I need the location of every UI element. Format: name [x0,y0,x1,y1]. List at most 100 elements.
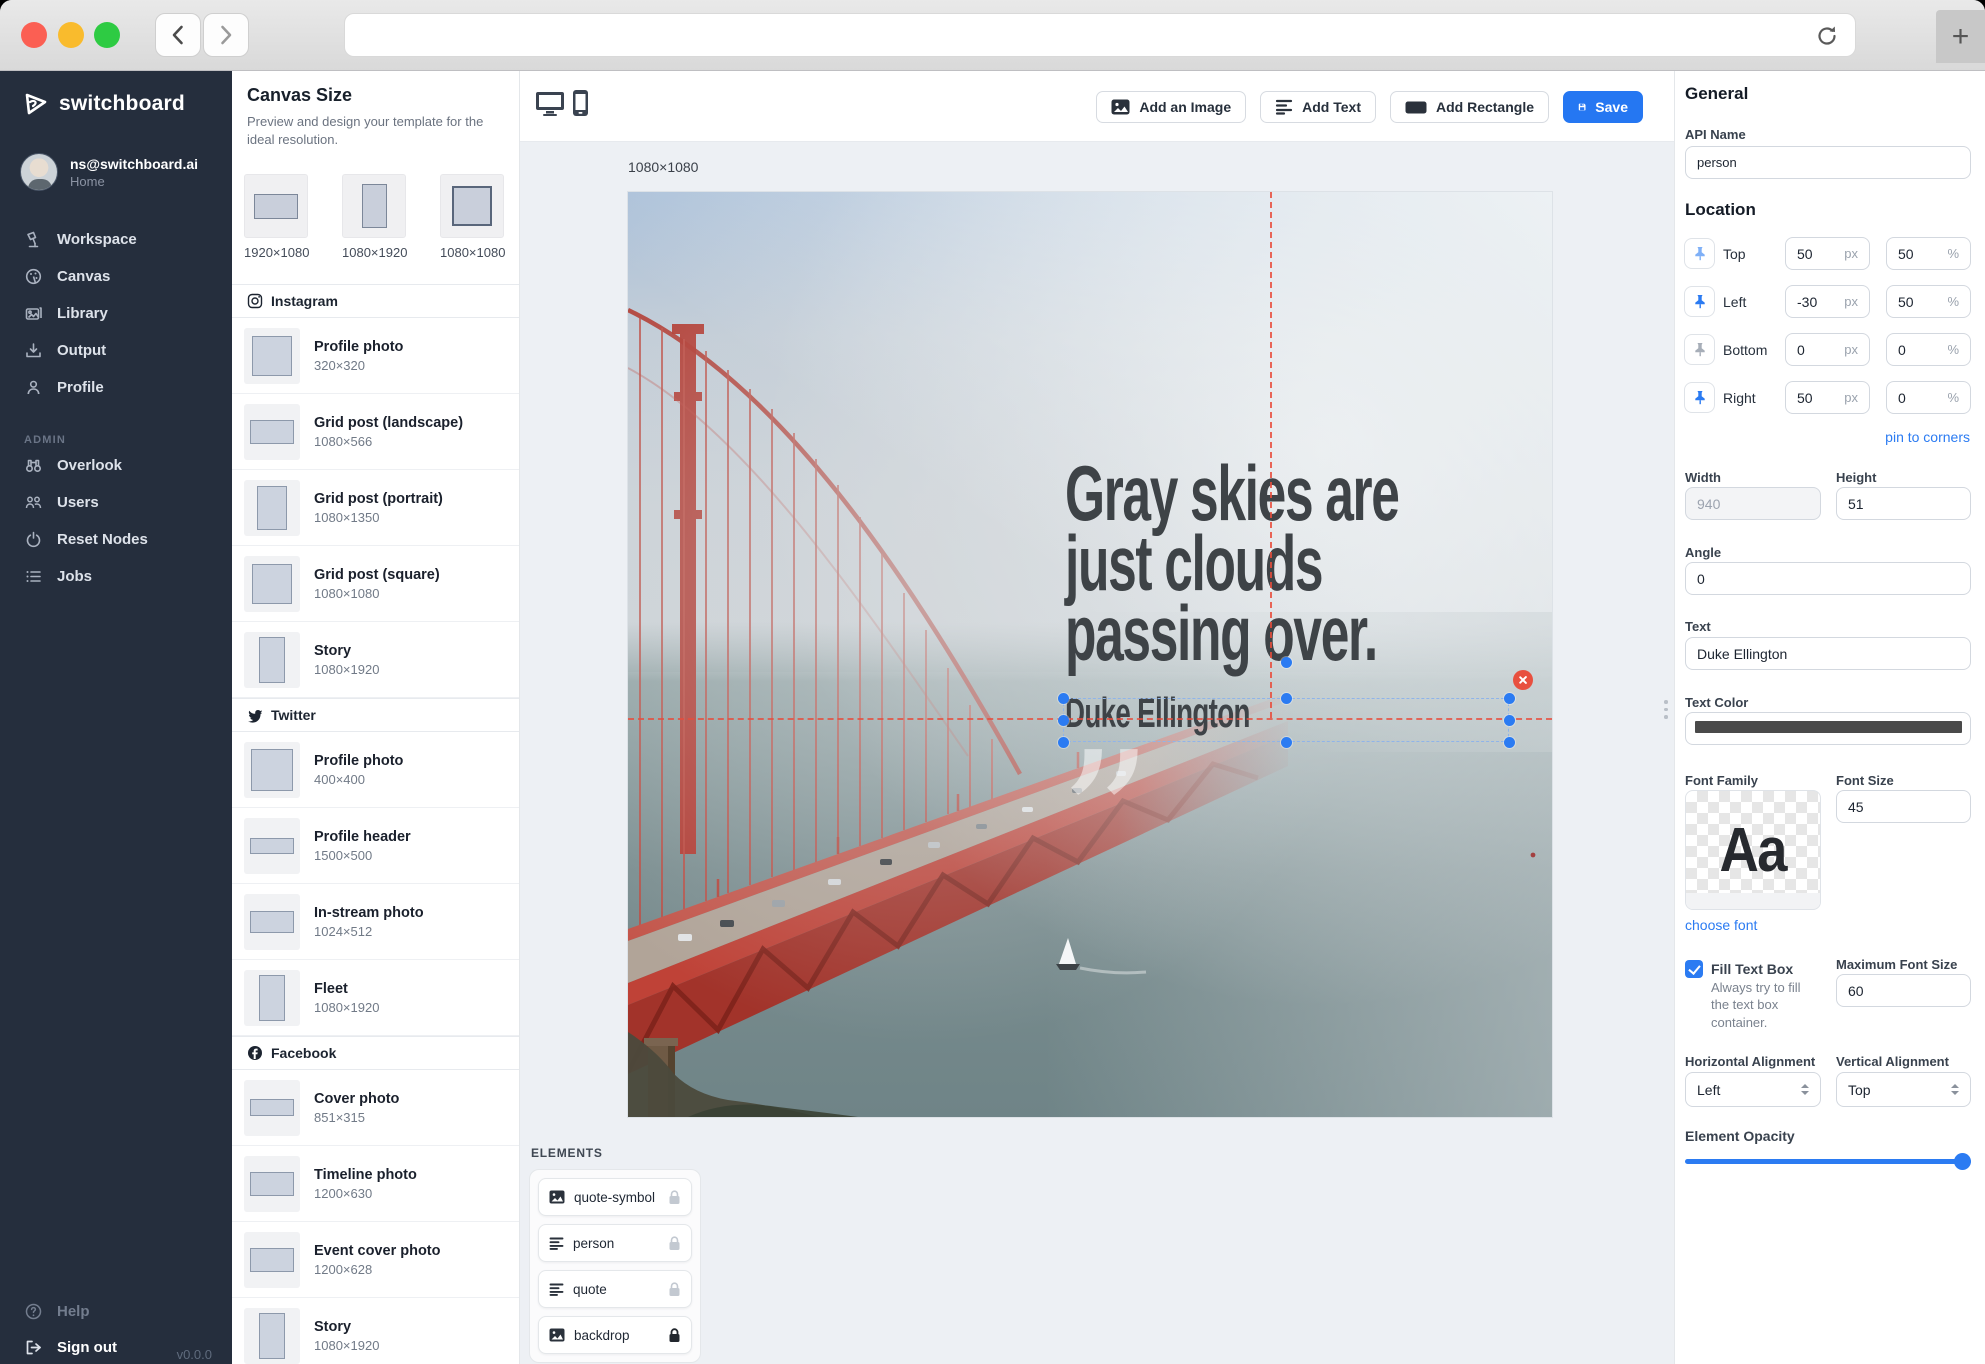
selection-box[interactable] [1063,698,1509,742]
horizontal-alignment-select[interactable]: Left [1685,1072,1821,1107]
add-text-button[interactable]: Add Text [1260,91,1376,123]
left-px-input[interactable]: -30 px [1785,285,1870,318]
size-item[interactable]: Profile photo 320×320 [232,318,519,394]
unlock-icon[interactable] [668,1235,681,1251]
angle-input[interactable]: 0 [1685,562,1971,595]
size-item[interactable]: Event cover photo 1200×628 [232,1222,519,1298]
width-input[interactable]: 940 [1685,487,1821,520]
size-item[interactable]: Timeline photo 1200×630 [232,1146,519,1222]
sidebar-item-overlook[interactable]: Overlook [0,447,232,483]
minimize-window-button[interactable] [58,22,84,48]
reload-button[interactable] [1813,22,1841,50]
pin-to-corners-link[interactable]: pin to corners [1885,429,1970,445]
pin-bottom-button[interactable] [1684,334,1715,365]
forward-button[interactable] [203,13,249,57]
right-px-input[interactable]: 50 px [1785,381,1870,414]
size-item[interactable]: Story 1080×1920 [232,622,519,698]
desktop-view-icon[interactable] [535,91,565,117]
max-font-size-label: Maximum Font Size [1836,957,1958,972]
top-pct-input[interactable]: 50% [1886,237,1971,270]
top-px-input[interactable]: 50 px [1785,237,1870,270]
selection-handle-s[interactable] [1280,736,1292,748]
back-button[interactable] [155,13,201,57]
add-rectangle-button[interactable]: Add Rectangle [1389,91,1549,123]
bottom-pct-input[interactable]: 0% [1886,333,1971,366]
lock-icon[interactable] [668,1327,681,1343]
sidebar-item-reset-nodes[interactable]: Reset Nodes [0,521,232,557]
sidebar-item-jobs[interactable]: Jobs [0,558,232,594]
mobile-view-icon[interactable] [572,89,589,117]
selection-handle-w[interactable] [1057,714,1069,726]
save-button[interactable]: Save [1563,91,1643,123]
close-window-button[interactable] [21,22,47,48]
quote-symbol-element[interactable]: ” [1058,728,1153,913]
slider-knob[interactable] [1954,1153,1971,1170]
selection-handle-e[interactable] [1503,714,1515,726]
add-image-button[interactable]: Add an Image [1096,91,1247,123]
size-item[interactable]: Grid post (square) 1080×1080 [232,546,519,622]
size-item[interactable]: Grid post (portrait) 1080×1350 [232,470,519,546]
selection-handle-se[interactable] [1503,736,1515,748]
sidebar-item-label: Sign out [57,1338,117,1356]
sidebar-item-profile[interactable]: Profile [0,369,232,405]
sidebar-item-workspace[interactable]: Workspace [0,221,232,257]
text-input[interactable]: Duke Ellington [1685,637,1971,670]
zoom-window-button[interactable] [94,22,120,48]
sidebar-item-help[interactable]: Help [0,1293,232,1329]
pin-right-button[interactable] [1684,382,1715,413]
element-item-quote[interactable]: quote [538,1270,692,1308]
element-item-person[interactable]: person [538,1224,692,1262]
selection-handle-n[interactable] [1280,692,1292,704]
preset-1080x1080[interactable]: 1080×1080 [440,174,505,260]
signout-icon [26,1340,41,1354]
size-item[interactable]: Fleet 1080×1920 [232,960,519,1036]
chevron-updown-icon [1951,1084,1959,1095]
bottom-px-input[interactable]: 0 px [1785,333,1870,366]
height-input[interactable]: 51 [1836,487,1971,520]
max-font-size-input[interactable]: 60 [1836,974,1971,1007]
right-pct-input[interactable]: 0% [1886,381,1971,414]
horizontal-alignment-label: Horizontal Alignment [1685,1054,1816,1069]
size-item[interactable]: In-stream photo 1024×512 [232,884,519,960]
url-bar[interactable] [344,13,1856,57]
size-item[interactable]: Story 1080×1920 [232,1298,519,1364]
pin-top-button[interactable] [1684,238,1715,269]
elements-label: ELEMENTS [531,1146,603,1160]
preset-1080x1920[interactable]: 1080×1920 [342,174,407,260]
size-item[interactable]: Cover photo 851×315 [232,1070,519,1146]
vertical-alignment-select[interactable]: Top [1836,1072,1971,1107]
selection-handle-ne[interactable] [1503,692,1515,704]
design-canvas[interactable]: Gray skies are just clouds passing over.… [628,192,1552,1117]
element-item-quote-symbol[interactable]: quote-symbol [538,1178,692,1216]
size-item[interactable]: Grid post (landscape) 1080×566 [232,394,519,470]
logo[interactable]: switchboard [22,90,185,118]
choose-font-link[interactable]: choose font [1685,917,1757,933]
sidebar-item-output[interactable]: Output [0,332,232,368]
slider-track [1685,1159,1971,1164]
quote-text-element[interactable]: Gray skies are just clouds passing over. [1065,454,1400,672]
sidebar-item-library[interactable]: Library [0,295,232,331]
unlock-icon[interactable] [668,1189,681,1205]
api-name-input[interactable]: person [1685,146,1971,179]
element-item-backdrop[interactable]: backdrop [538,1316,692,1354]
pin-left-button[interactable] [1684,286,1715,317]
size-item[interactable]: Profile header 1500×500 [232,808,519,884]
selection-handle-nw[interactable] [1057,692,1069,704]
new-tab-button[interactable]: + [1936,10,1985,63]
size-item[interactable]: Profile photo 400×400 [232,732,519,808]
selection-rotate-handle[interactable] [1280,656,1292,668]
sidebar-item-users[interactable]: Users [0,484,232,520]
preset-1920x1080[interactable]: 1920×1080 [244,174,309,260]
delete-element-button[interactable] [1513,670,1533,690]
font-size-input[interactable]: 45 [1836,790,1971,823]
unlock-icon[interactable] [668,1281,681,1297]
sidebar-item-canvas[interactable]: Canvas [0,258,232,294]
left-pct-input[interactable]: 50% [1886,285,1971,318]
element-opacity-slider[interactable] [1685,1152,1971,1170]
selection-handle-sw[interactable] [1057,736,1069,748]
user-block[interactable]: ns@switchboard.ai Home [20,153,198,191]
font-preview[interactable]: Aa [1685,790,1821,910]
list-icon [26,570,41,582]
panel-resize-handle[interactable] [1664,700,1668,719]
fill-text-box-checkbox[interactable] [1685,960,1703,978]
